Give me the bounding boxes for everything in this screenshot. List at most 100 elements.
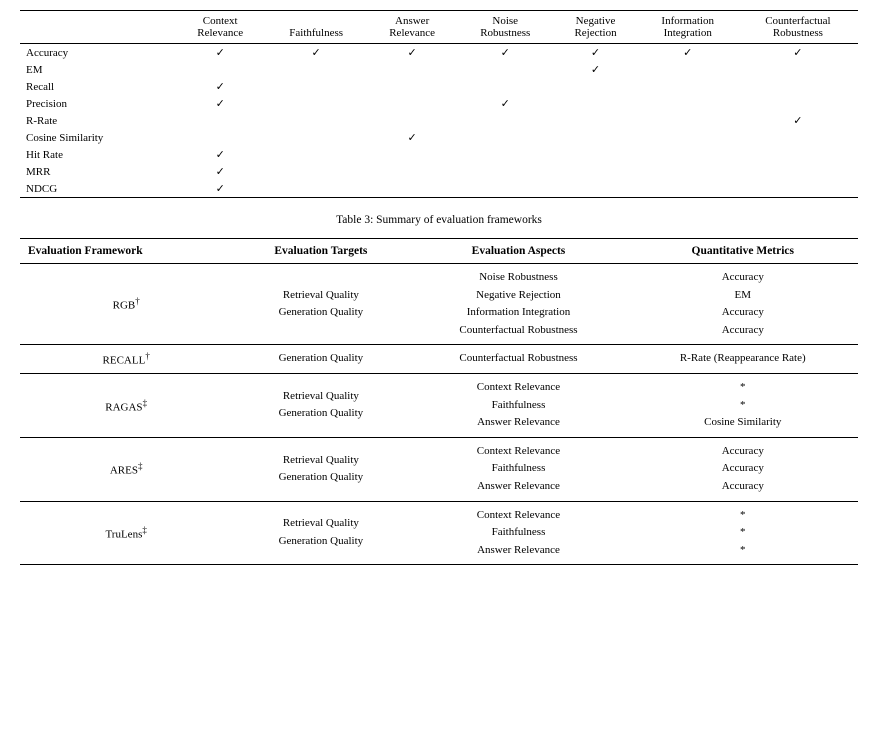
check-cell-answer_relevance xyxy=(367,112,457,129)
metric-name: Cosine Similarity xyxy=(20,129,175,146)
check-cell-negative_rejection xyxy=(553,95,637,112)
check-cell-context_relevance: ✓ xyxy=(175,146,265,163)
check-cell-context_relevance xyxy=(175,61,265,78)
check-cell-information_integration xyxy=(638,78,738,95)
check-cell-information_integration xyxy=(638,163,738,180)
check-cell-noise_robustness: ✓ xyxy=(457,95,553,112)
metric-name: Accuracy xyxy=(20,44,175,62)
check-cell-noise_robustness xyxy=(457,129,553,146)
check-cell-information_integration xyxy=(638,61,738,78)
evaluation-targets: Retrieval QualityGeneration Quality xyxy=(232,437,409,501)
check-cell-negative_rejection: ✓ xyxy=(553,44,637,62)
top-metrics-table: ContextRelevance Faithfulness AnswerRele… xyxy=(20,10,858,198)
check-cell-answer_relevance xyxy=(367,163,457,180)
check-cell-counterfactual_robustness xyxy=(738,95,858,112)
table-caption: Table 3: Summary of evaluation framework… xyxy=(20,214,858,226)
framework-name: RGB† xyxy=(20,264,232,345)
col-header-information-integration: InformationIntegration xyxy=(638,11,738,44)
check-cell-faithfulness xyxy=(265,163,367,180)
metric-name: EM xyxy=(20,61,175,78)
quantitative-metrics: R-Rate (Reappearance Rate) xyxy=(628,345,858,374)
metric-name: R-Rate xyxy=(20,112,175,129)
col-header-context-relevance: ContextRelevance xyxy=(175,11,265,44)
table-row: TruLens‡Retrieval QualityGeneration Qual… xyxy=(20,501,858,565)
bottom-frameworks-table: Evaluation FrameworkEvaluation TargetsEv… xyxy=(20,238,858,565)
check-cell-context_relevance: ✓ xyxy=(175,95,265,112)
table-row: RGB†Retrieval QualityGeneration QualityN… xyxy=(20,264,858,345)
check-cell-noise_robustness xyxy=(457,78,553,95)
check-cell-answer_relevance xyxy=(367,95,457,112)
check-cell-counterfactual_robustness xyxy=(738,163,858,180)
col-header-counterfactual-robustness: CounterfactualRobustness xyxy=(738,11,858,44)
check-cell-information_integration xyxy=(638,129,738,146)
check-cell-answer_relevance xyxy=(367,146,457,163)
check-cell-context_relevance: ✓ xyxy=(175,44,265,62)
quantitative-metrics: **Cosine Similarity xyxy=(628,373,858,437)
metric-name: MRR xyxy=(20,163,175,180)
col-header-answer-relevance: AnswerRelevance xyxy=(367,11,457,44)
check-cell-information_integration xyxy=(638,95,738,112)
check-cell-information_integration: ✓ xyxy=(638,44,738,62)
framework-name: TruLens‡ xyxy=(20,501,232,565)
col-header-negative-rejection: NegativeRejection xyxy=(553,11,637,44)
evaluation-aspects: Context RelevanceFaithfulnessAnswer Rele… xyxy=(409,501,627,565)
col-header-metric xyxy=(20,11,175,44)
metric-name: Recall xyxy=(20,78,175,95)
check-cell-noise_robustness xyxy=(457,180,553,198)
check-cell-counterfactual_robustness xyxy=(738,129,858,146)
evaluation-targets: Retrieval QualityGeneration Quality xyxy=(232,373,409,437)
check-cell-negative_rejection xyxy=(553,78,637,95)
evaluation-aspects: Counterfactual Robustness xyxy=(409,345,627,374)
evaluation-aspects: Context RelevanceFaithfulnessAnswer Rele… xyxy=(409,373,627,437)
check-cell-information_integration xyxy=(638,112,738,129)
check-cell-information_integration xyxy=(638,146,738,163)
evaluation-aspects: Context RelevanceFaithfulnessAnswer Rele… xyxy=(409,437,627,501)
check-cell-context_relevance: ✓ xyxy=(175,163,265,180)
check-cell-answer_relevance: ✓ xyxy=(367,129,457,146)
check-cell-answer_relevance: ✓ xyxy=(367,44,457,62)
evaluation-targets: Retrieval QualityGeneration Quality xyxy=(232,264,409,345)
quantitative-metrics: AccuracyAccuracyAccuracy xyxy=(628,437,858,501)
table-row: RECALL†Generation QualityCounterfactual … xyxy=(20,345,858,374)
check-cell-negative_rejection xyxy=(553,163,637,180)
table-row: ARES‡Retrieval QualityGeneration Quality… xyxy=(20,437,858,501)
bottom-col-header-1: Evaluation Targets xyxy=(232,239,409,264)
metric-name: Hit Rate xyxy=(20,146,175,163)
bottom-col-header-0: Evaluation Framework xyxy=(20,239,232,264)
check-cell-counterfactual_robustness xyxy=(738,146,858,163)
check-cell-negative_rejection: ✓ xyxy=(553,61,637,78)
check-cell-counterfactual_robustness xyxy=(738,61,858,78)
bottom-col-header-3: Quantitative Metrics xyxy=(628,239,858,264)
check-cell-faithfulness xyxy=(265,95,367,112)
framework-name: ARES‡ xyxy=(20,437,232,501)
metric-name: NDCG xyxy=(20,180,175,198)
check-cell-faithfulness xyxy=(265,61,367,78)
check-cell-answer_relevance xyxy=(367,61,457,78)
check-cell-negative_rejection xyxy=(553,146,637,163)
check-cell-negative_rejection xyxy=(553,112,637,129)
framework-name: RAGAS‡ xyxy=(20,373,232,437)
metric-name: Precision xyxy=(20,95,175,112)
table-row: RAGAS‡Retrieval QualityGeneration Qualit… xyxy=(20,373,858,437)
quantitative-metrics: AccuracyEMAccuracyAccuracy xyxy=(628,264,858,345)
check-cell-negative_rejection xyxy=(553,129,637,146)
check-cell-counterfactual_robustness: ✓ xyxy=(738,44,858,62)
check-cell-faithfulness xyxy=(265,146,367,163)
check-cell-counterfactual_robustness xyxy=(738,78,858,95)
check-cell-context_relevance xyxy=(175,129,265,146)
check-cell-noise_robustness: ✓ xyxy=(457,44,553,62)
check-cell-context_relevance: ✓ xyxy=(175,78,265,95)
check-cell-context_relevance: ✓ xyxy=(175,180,265,198)
evaluation-aspects: Noise RobustnessNegative RejectionInform… xyxy=(409,264,627,345)
check-cell-faithfulness xyxy=(265,129,367,146)
check-cell-information_integration xyxy=(638,180,738,198)
evaluation-targets: Retrieval QualityGeneration Quality xyxy=(232,501,409,565)
check-cell-counterfactual_robustness xyxy=(738,180,858,198)
check-cell-answer_relevance xyxy=(367,78,457,95)
check-cell-noise_robustness xyxy=(457,61,553,78)
check-cell-noise_robustness xyxy=(457,163,553,180)
bottom-col-header-2: Evaluation Aspects xyxy=(409,239,627,264)
col-header-noise-robustness: NoiseRobustness xyxy=(457,11,553,44)
check-cell-faithfulness: ✓ xyxy=(265,44,367,62)
check-cell-faithfulness xyxy=(265,180,367,198)
